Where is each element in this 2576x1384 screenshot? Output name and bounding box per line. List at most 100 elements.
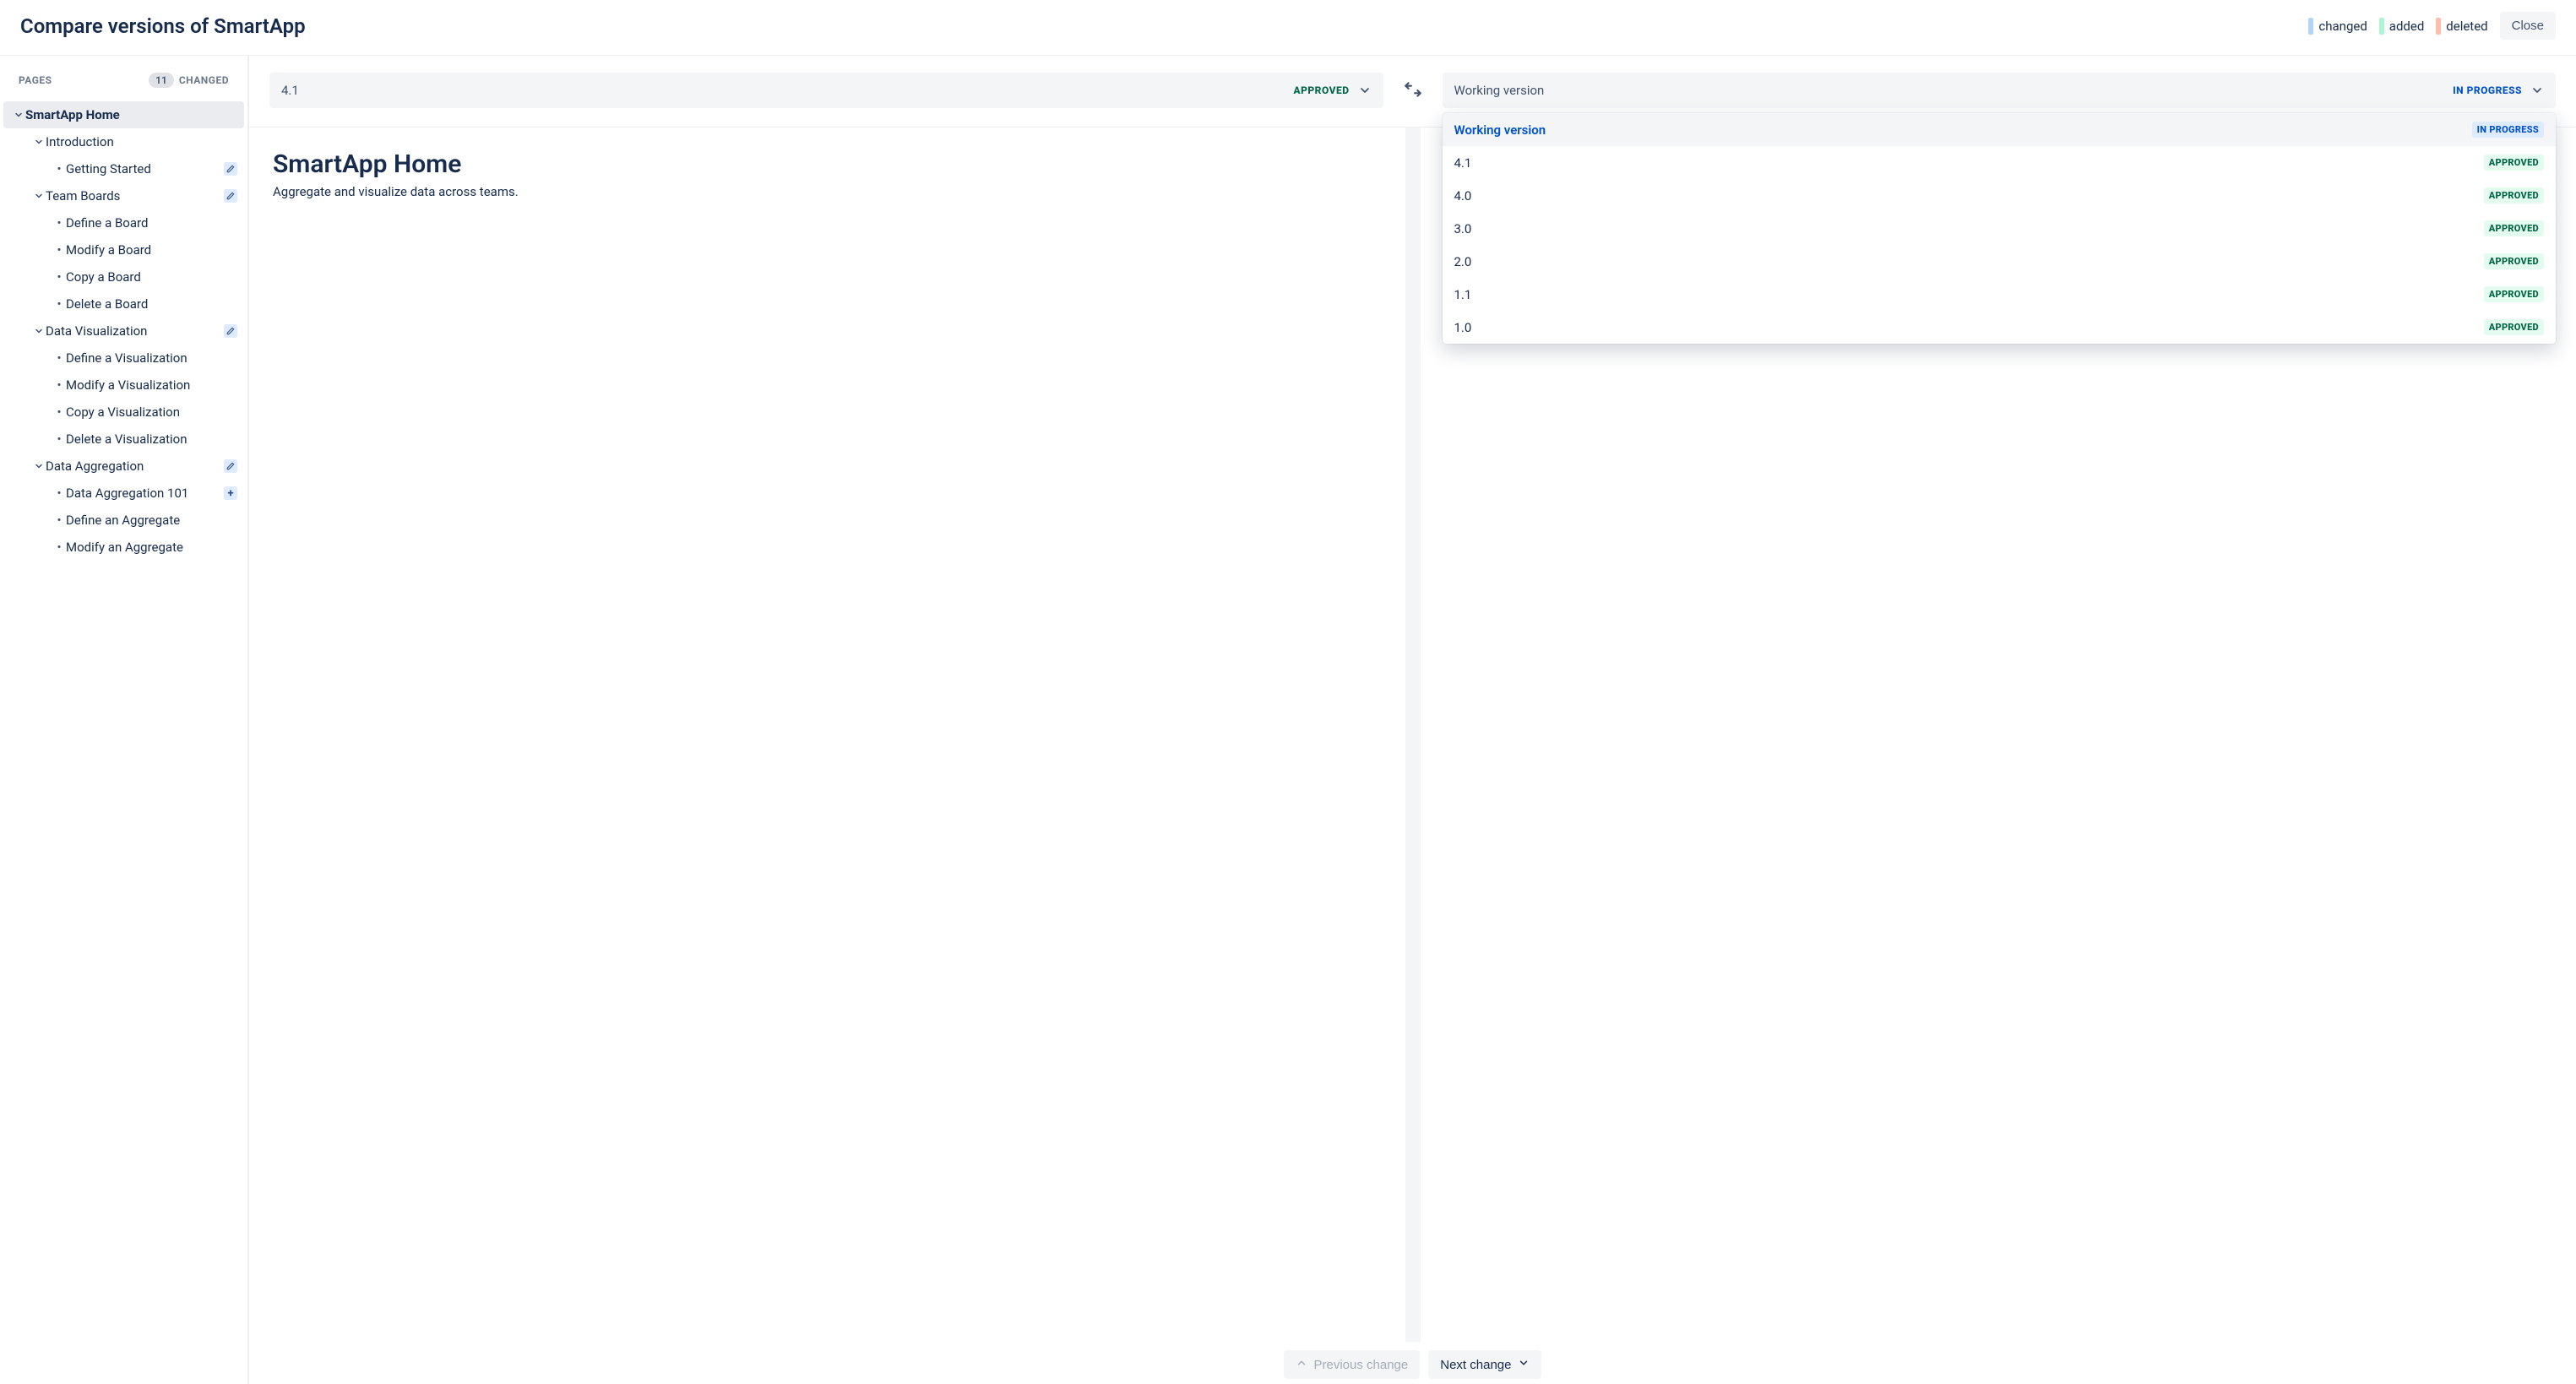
changed-label: CHANGED [179, 74, 229, 86]
legend-changed: changed [2308, 18, 2367, 35]
right-version-label: Working version [1454, 83, 1545, 98]
swap-icon [1402, 79, 1424, 103]
bullet-icon: • [52, 296, 66, 312]
right-version-select[interactable]: Working version IN PROGRESS Working vers… [1443, 73, 2557, 108]
edit-badge [224, 189, 237, 203]
left-version-select[interactable]: 4.1 APPROVED [269, 73, 1383, 108]
change-nav: Previous change Next change [249, 1342, 2576, 1384]
version-option[interactable]: 3.0APPROVED [1443, 212, 2557, 245]
version-option[interactable]: 1.0APPROVED [1443, 311, 2557, 344]
legend-deleted: deleted [2436, 18, 2487, 35]
tree-row[interactable]: Team Boards [3, 182, 244, 209]
chevron-down-icon[interactable] [32, 461, 46, 471]
chevron-down-icon[interactable] [32, 326, 46, 336]
legend-changed-swatch [2308, 18, 2313, 35]
tree-row-label: Copy a Board [66, 269, 237, 285]
version-option[interactable]: 2.0 APPROVED [1443, 245, 2557, 278]
tree-row[interactable]: Data Visualization [3, 318, 244, 345]
bullet-icon: • [52, 242, 66, 258]
chevron-down-icon[interactable] [32, 191, 46, 201]
left-pane: SmartApp Home Aggregate and visualize da… [249, 128, 1421, 1384]
version-option-status: APPROVED [2484, 286, 2544, 302]
bullet-icon: • [52, 215, 66, 231]
chevron-down-icon [1518, 1357, 1530, 1372]
version-option[interactable]: 4.0 APPROVED [1443, 179, 2557, 212]
add-badge: + [224, 486, 237, 500]
bullet-icon: • [52, 161, 66, 176]
tree-row[interactable]: Introduction [3, 128, 244, 155]
header-right: changed added deleted Close [2308, 12, 2556, 40]
version-option-status: APPROVED [2484, 187, 2544, 204]
edit-badge [224, 324, 237, 338]
tree-row-label: Copy a Visualization [66, 404, 237, 420]
close-button[interactable]: Close [2500, 12, 2556, 40]
tree-row-label: Data Aggregation 101 [66, 486, 220, 501]
tree-row-label: Modify an Aggregate [66, 540, 237, 555]
tree-row[interactable]: Data Aggregation [3, 453, 244, 480]
version-selectors-row: 4.1 APPROVED Workin [249, 56, 2576, 128]
bullet-icon: • [52, 513, 66, 528]
version-option[interactable]: 1.1 APPROVED [1443, 278, 2557, 311]
page-tree: SmartApp HomeIntroduction•Getting Starte… [0, 96, 247, 561]
page-title: Compare versions of SmartApp [20, 14, 306, 38]
chevron-up-icon [1296, 1357, 1307, 1372]
tree-row-label: Define a Board [66, 215, 237, 231]
version-option[interactable]: Working version IN PROGRESS [1443, 113, 2557, 146]
bullet-icon: • [52, 377, 66, 393]
tree-row[interactable]: •Modify a Board [3, 236, 244, 263]
right-version-status: IN PROGRESS [2453, 84, 2522, 96]
legend-deleted-label: deleted [2446, 19, 2487, 34]
edit-badge [224, 459, 237, 473]
tree-row-label: SmartApp Home [25, 107, 237, 122]
previous-change-button[interactable]: Previous change [1284, 1350, 1421, 1379]
tree-row[interactable]: •Delete a Visualization [3, 426, 244, 453]
legend-added: added [2379, 18, 2425, 35]
chevron-down-icon [1358, 84, 1372, 97]
version-option-status: APPROVED [2484, 319, 2544, 335]
bullet-icon: • [52, 269, 66, 285]
legend-changed-label: changed [2318, 19, 2367, 34]
version-option-label: 2.0 [1454, 254, 1472, 269]
main: 4.1 APPROVED Workin [249, 56, 2576, 1384]
tree-row[interactable]: •Delete a Board [3, 290, 244, 318]
previous-change-label: Previous change [1314, 1358, 1409, 1372]
version-option[interactable]: 4.1APPROVED [1443, 146, 2557, 179]
tree-row[interactable]: •Modify an Aggregate [3, 534, 244, 561]
bullet-icon: • [52, 404, 66, 420]
version-option-status: IN PROGRESS [2472, 122, 2544, 138]
changed-count-pill: 11 [149, 73, 174, 88]
tree-row-label: Data Aggregation [46, 459, 220, 474]
pages-label: PAGES [19, 74, 52, 86]
tree-row[interactable]: •Define a Board [3, 209, 244, 236]
bullet-icon: • [52, 540, 66, 555]
tree-row[interactable]: •Define a Visualization [3, 345, 244, 372]
next-change-button[interactable]: Next change [1428, 1350, 1541, 1379]
tree-row[interactable]: •Copy a Board [3, 263, 244, 290]
tree-row-label: Define a Visualization [66, 350, 237, 366]
tree-row[interactable]: •Data Aggregation 101 + [3, 480, 244, 507]
version-option-label: 1.1 [1454, 287, 1472, 302]
left-version-status: APPROVED [1294, 84, 1350, 96]
swap-versions-button[interactable] [1402, 79, 1424, 103]
version-option-label: Working version [1454, 122, 1546, 138]
chevron-down-icon[interactable] [12, 110, 25, 120]
tree-row[interactable]: SmartApp Home [3, 101, 244, 128]
tree-row-label: Introduction [46, 134, 237, 149]
chevron-down-icon [2530, 84, 2544, 97]
tree-row[interactable]: •Getting Started [3, 155, 244, 182]
tree-row[interactable]: •Copy a Visualization [3, 399, 244, 426]
tree-row[interactable]: •Define an Aggregate [3, 507, 244, 534]
tree-row-label: Getting Started [66, 161, 220, 176]
bullet-icon: • [52, 486, 66, 501]
content-title: SmartApp Home [273, 149, 1382, 179]
sidebar-header: PAGES 11 CHANGED [0, 56, 247, 96]
diff-legend: changed added deleted [2308, 18, 2487, 35]
version-option-label: 4.0 [1454, 188, 1472, 204]
header: Compare versions of SmartApp changed add… [0, 0, 2576, 56]
version-option-status: APPROVED [2484, 253, 2544, 269]
tree-row[interactable]: •Modify a Visualization [3, 372, 244, 399]
chevron-down-icon[interactable] [32, 137, 46, 147]
tree-row-label: Team Boards [46, 188, 220, 204]
content-subtitle: Aggregate and visualize data across team… [273, 184, 1382, 199]
edit-badge [224, 162, 237, 176]
